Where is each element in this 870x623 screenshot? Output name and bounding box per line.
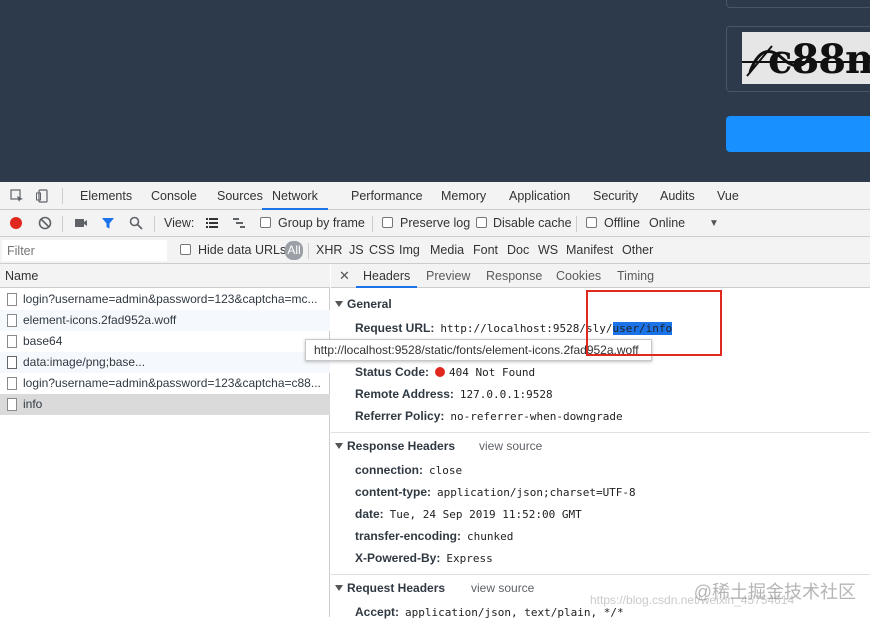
filter-icon[interactable] xyxy=(101,216,115,230)
tab-memory[interactable]: Memory xyxy=(441,182,486,210)
referrer-policy-row: Referrer Policy: no-referrer-when-downgra… xyxy=(355,409,623,423)
tab-sources[interactable]: Sources xyxy=(217,182,263,210)
response-header-row: transfer-encoding: chunked xyxy=(355,529,514,543)
filter-input[interactable] xyxy=(2,240,167,261)
status-code-row: Status Code: 404 Not Found xyxy=(355,365,536,379)
filter-all-button[interactable]: All xyxy=(285,241,303,260)
device-toolbar-icon[interactable] xyxy=(36,189,50,203)
file-icon xyxy=(7,377,17,390)
filter-xhr[interactable]: XHR xyxy=(316,237,342,264)
captcha-image[interactable]: c88m xyxy=(742,32,870,84)
group-by-frame-label: Group by frame xyxy=(278,216,365,230)
divider xyxy=(62,188,63,204)
record-icon[interactable] xyxy=(9,216,23,230)
tab-performance[interactable]: Performance xyxy=(351,182,423,210)
login-button[interactable] xyxy=(726,116,870,152)
devtools-tabbar: Elements Console Sources Network Perform… xyxy=(0,182,870,210)
response-header-row: connection: close xyxy=(355,463,463,477)
filter-media[interactable]: Media xyxy=(430,237,464,264)
file-icon xyxy=(7,398,17,411)
response-header-row: X-Powered-By: Express xyxy=(355,551,493,565)
request-list: Name login?username=admin&password=123&c… xyxy=(0,264,330,617)
close-icon[interactable]: ✕ xyxy=(339,264,350,288)
request-row[interactable]: element-icons.2fad952a.woff xyxy=(0,310,330,331)
tab-vue[interactable]: Vue xyxy=(717,182,739,210)
divider xyxy=(372,216,373,232)
error-status-icon xyxy=(435,367,446,377)
annotation-highlight-box xyxy=(586,290,722,356)
filter-doc[interactable]: Doc xyxy=(507,237,529,264)
tab-security[interactable]: Security xyxy=(593,182,638,210)
offline-label: Offline xyxy=(604,216,640,230)
filter-css[interactable]: CSS xyxy=(369,237,395,264)
captcha-text: c88m xyxy=(768,36,870,83)
file-icon xyxy=(7,335,17,348)
hide-data-urls-checkbox[interactable] xyxy=(180,244,191,255)
divider xyxy=(154,216,155,232)
devtools-panel: Elements Console Sources Network Perform… xyxy=(0,182,870,619)
filter-other[interactable]: Other xyxy=(622,237,653,264)
response-header-row: date: Tue, 24 Sep 2019 11:52:00 GMT xyxy=(355,507,582,521)
preserve-log-checkbox[interactable] xyxy=(382,217,393,228)
tab-console[interactable]: Console xyxy=(151,182,197,210)
tab-headers[interactable]: Headers xyxy=(356,264,418,288)
tab-response[interactable]: Response xyxy=(486,264,542,288)
password-input-edge[interactable] xyxy=(726,0,870,8)
request-row[interactable]: login?username=admin&password=123&captch… xyxy=(0,373,330,394)
request-row[interactable]: login?username=admin&password=123&captch… xyxy=(0,289,330,310)
filter-js[interactable]: JS xyxy=(349,237,364,264)
general-section-title[interactable]: General xyxy=(335,294,392,314)
file-icon xyxy=(7,314,17,327)
divider xyxy=(331,432,870,433)
divider xyxy=(331,574,870,575)
network-toolbar: View: Group by frame Preserve log Disabl… xyxy=(0,210,870,237)
response-headers-section-title[interactable]: Response Headers xyxy=(335,436,455,456)
hide-data-urls-label: Hide data URLs xyxy=(198,243,287,257)
tab-elements[interactable]: Elements xyxy=(80,182,132,210)
throttling-select[interactable]: Online xyxy=(649,210,685,237)
divider xyxy=(62,216,63,232)
offline-checkbox[interactable] xyxy=(586,217,597,228)
filter-font[interactable]: Font xyxy=(473,237,498,264)
image-file-icon xyxy=(7,356,17,369)
screenshot-camera-icon[interactable] xyxy=(74,216,88,230)
file-icon xyxy=(7,293,17,306)
preserve-log-label: Preserve log xyxy=(400,216,471,230)
inspect-element-icon[interactable] xyxy=(10,189,24,203)
tab-application[interactable]: Application xyxy=(509,182,570,210)
app-background: c88m xyxy=(0,0,870,182)
tab-timing[interactable]: Timing xyxy=(617,264,654,288)
waterfall-view-icon[interactable] xyxy=(232,216,246,230)
clear-icon[interactable] xyxy=(38,216,52,230)
filter-manifest[interactable]: Manifest xyxy=(566,237,613,264)
divider xyxy=(576,216,577,232)
response-header-row: content-type: application/json;charset=UT… xyxy=(355,485,636,499)
view-source-link[interactable]: view source xyxy=(471,581,534,595)
view-label: View: xyxy=(164,216,195,230)
divider xyxy=(308,243,309,259)
filter-ws[interactable]: WS xyxy=(538,237,558,264)
remote-address-row: Remote Address: 127.0.0.1:9528 xyxy=(355,387,553,401)
detail-tabbar: ✕ Headers Preview Response Cookies Timin… xyxy=(331,264,870,288)
search-icon[interactable] xyxy=(129,216,143,230)
view-source-link[interactable]: view source xyxy=(479,439,542,453)
tab-preview[interactable]: Preview xyxy=(426,264,470,288)
filter-img[interactable]: Img xyxy=(399,237,420,264)
disable-cache-label: Disable cache xyxy=(493,216,572,230)
disable-cache-checkbox[interactable] xyxy=(476,217,487,228)
tab-cookies[interactable]: Cookies xyxy=(556,264,601,288)
chevron-down-icon[interactable]: ▼ xyxy=(709,210,719,237)
tab-audits[interactable]: Audits xyxy=(660,182,695,210)
request-header-row: Accept: application/json, text/plain, */* xyxy=(355,605,624,619)
watermark: @稀土掘金技术社区 xyxy=(693,582,856,602)
group-by-frame-checkbox[interactable] xyxy=(260,217,271,228)
request-row[interactable]: base64 xyxy=(0,331,330,352)
request-row[interactable]: data:image/png;base... xyxy=(0,352,330,373)
request-row-selected[interactable]: info xyxy=(0,394,330,415)
filter-bar: Hide data URLs All XHR JS CSS Img Media … xyxy=(0,237,870,264)
tab-network[interactable]: Network xyxy=(262,182,328,210)
name-column-header[interactable]: Name xyxy=(0,264,330,288)
request-headers-section-title[interactable]: Request Headers xyxy=(335,578,445,598)
list-view-icon[interactable] xyxy=(205,216,219,230)
